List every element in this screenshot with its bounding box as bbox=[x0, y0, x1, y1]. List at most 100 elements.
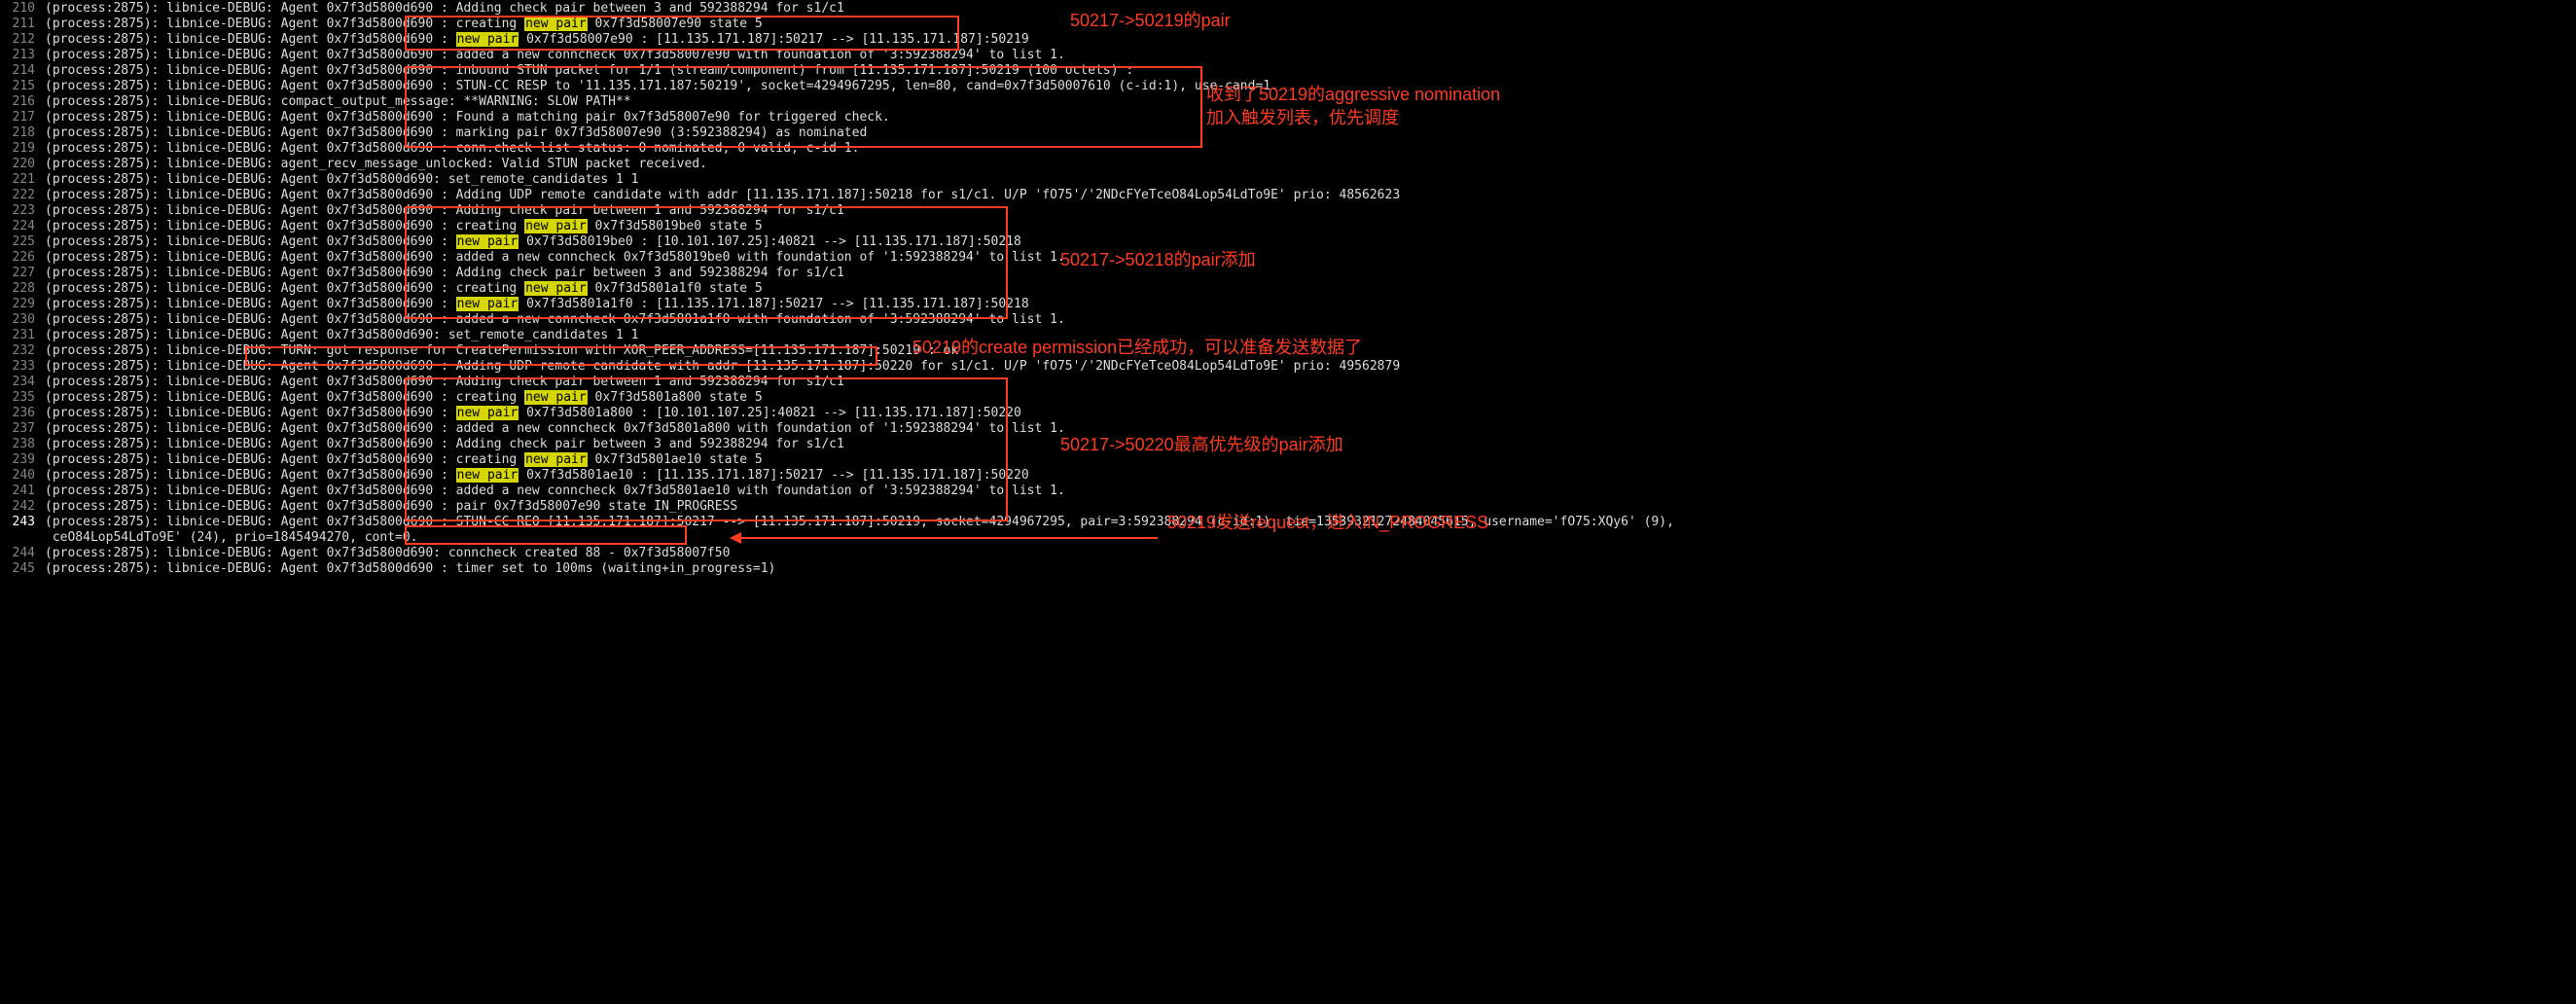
log-line[interactable]: 221(process:2875): libnice-DEBUG: Agent … bbox=[0, 171, 2576, 187]
line-number: 215 bbox=[0, 79, 45, 93]
line-number: 223 bbox=[0, 203, 45, 218]
log-line[interactable]: 233(process:2875): libnice-DEBUG: Agent … bbox=[0, 358, 2576, 374]
log-line[interactable]: 234(process:2875): libnice-DEBUG: Agent … bbox=[0, 374, 2576, 389]
log-text: ceO84Lop54LdTo9E' (24), prio=1845494270,… bbox=[45, 530, 418, 545]
log-text: (process:2875): libnice-DEBUG: agent_rec… bbox=[45, 157, 707, 171]
line-number: 227 bbox=[0, 266, 45, 280]
log-line[interactable]: 244(process:2875): libnice-DEBUG: Agent … bbox=[0, 545, 2576, 560]
log-text: (process:2875): libnice-DEBUG: Agent 0x7… bbox=[45, 250, 1065, 265]
line-number: 228 bbox=[0, 281, 45, 296]
line-number: 243 bbox=[0, 515, 45, 529]
log-line[interactable]: 235(process:2875): libnice-DEBUG: Agent … bbox=[0, 389, 2576, 405]
line-number: 212 bbox=[0, 32, 45, 47]
line-number: 236 bbox=[0, 406, 45, 420]
line-number: 226 bbox=[0, 250, 45, 265]
log-line[interactable]: 239(process:2875): libnice-DEBUG: Agent … bbox=[0, 451, 2576, 467]
log-line[interactable]: 237(process:2875): libnice-DEBUG: Agent … bbox=[0, 420, 2576, 436]
log-line[interactable]: 220(process:2875): libnice-DEBUG: agent_… bbox=[0, 156, 2576, 171]
log-line[interactable]: 211(process:2875): libnice-DEBUG: Agent … bbox=[0, 16, 2576, 31]
log-line[interactable]: 229(process:2875): libnice-DEBUG: Agent … bbox=[0, 296, 2576, 311]
line-number: 234 bbox=[0, 375, 45, 389]
log-line[interactable]: 215(process:2875): libnice-DEBUG: Agent … bbox=[0, 78, 2576, 93]
log-line[interactable]: 223(process:2875): libnice-DEBUG: Agent … bbox=[0, 202, 2576, 218]
log-line[interactable]: 228(process:2875): libnice-DEBUG: Agent … bbox=[0, 280, 2576, 296]
log-line[interactable]: 213(process:2875): libnice-DEBUG: Agent … bbox=[0, 47, 2576, 62]
log-line[interactable]: 230(process:2875): libnice-DEBUG: Agent … bbox=[0, 311, 2576, 327]
log-line[interactable]: 219(process:2875): libnice-DEBUG: Agent … bbox=[0, 140, 2576, 156]
log-line[interactable]: 210(process:2875): libnice-DEBUG: Agent … bbox=[0, 0, 2576, 16]
log-line[interactable]: 218(process:2875): libnice-DEBUG: Agent … bbox=[0, 125, 2576, 140]
line-number: 230 bbox=[0, 312, 45, 327]
log-text: (process:2875): libnice-DEBUG: Agent 0x7… bbox=[45, 328, 638, 342]
log-text: (process:2875): libnice-DEBUG: Agent 0x7… bbox=[45, 110, 890, 125]
line-number: 241 bbox=[0, 484, 45, 498]
line-number: 216 bbox=[0, 94, 45, 109]
log-text: (process:2875): libnice-DEBUG: Agent 0x7… bbox=[45, 375, 844, 389]
log-text: (process:2875): libnice-DEBUG: Agent 0x7… bbox=[45, 546, 730, 560]
log-text: (process:2875): libnice-DEBUG: Agent 0x7… bbox=[45, 141, 859, 156]
log-line[interactable]: 226(process:2875): libnice-DEBUG: Agent … bbox=[0, 249, 2576, 265]
log-line[interactable]: 217(process:2875): libnice-DEBUG: Agent … bbox=[0, 109, 2576, 125]
line-number: 217 bbox=[0, 110, 45, 125]
line-number: 224 bbox=[0, 219, 45, 233]
log-line[interactable]: 245(process:2875): libnice-DEBUG: Agent … bbox=[0, 560, 2576, 576]
log-text: (process:2875): libnice-DEBUG: Agent 0x7… bbox=[45, 452, 763, 467]
line-number: 233 bbox=[0, 359, 45, 374]
log-line[interactable]: 212(process:2875): libnice-DEBUG: Agent … bbox=[0, 31, 2576, 47]
log-text: (process:2875): libnice-DEBUG: Agent 0x7… bbox=[45, 359, 1400, 374]
log-text: (process:2875): libnice-DEBUG: Agent 0x7… bbox=[45, 1, 844, 16]
log-text: (process:2875): libnice-DEBUG: Agent 0x7… bbox=[45, 17, 763, 31]
log-text: (process:2875): libnice-DEBUG: Agent 0x7… bbox=[45, 32, 1029, 47]
line-number: 211 bbox=[0, 17, 45, 31]
log-text: (process:2875): libnice-DEBUG: Agent 0x7… bbox=[45, 234, 1021, 249]
log-line[interactable]: 241(process:2875): libnice-DEBUG: Agent … bbox=[0, 483, 2576, 498]
log-line[interactable]: 240(process:2875): libnice-DEBUG: Agent … bbox=[0, 467, 2576, 483]
log-text: (process:2875): libnice-DEBUG: Agent 0x7… bbox=[45, 48, 1065, 62]
log-text: (process:2875): libnice-DEBUG: Agent 0x7… bbox=[45, 390, 763, 405]
line-number: 220 bbox=[0, 157, 45, 171]
log-text: (process:2875): libnice-DEBUG: Agent 0x7… bbox=[45, 312, 1065, 327]
log-line[interactable]: 216(process:2875): libnice-DEBUG: compac… bbox=[0, 93, 2576, 109]
log-line[interactable]: ceO84Lop54LdTo9E' (24), prio=1845494270,… bbox=[0, 529, 2576, 545]
log-line[interactable]: 214(process:2875): libnice-DEBUG: Agent … bbox=[0, 62, 2576, 78]
log-text: (process:2875): libnice-DEBUG: Agent 0x7… bbox=[45, 63, 1133, 78]
log-line[interactable]: 231(process:2875): libnice-DEBUG: Agent … bbox=[0, 327, 2576, 342]
line-number: 240 bbox=[0, 468, 45, 483]
log-line[interactable]: 238(process:2875): libnice-DEBUG: Agent … bbox=[0, 436, 2576, 451]
log-line[interactable]: 242(process:2875): libnice-DEBUG: Agent … bbox=[0, 498, 2576, 514]
log-text: (process:2875): libnice-DEBUG: Agent 0x7… bbox=[45, 297, 1029, 311]
line-number: 210 bbox=[0, 1, 45, 16]
line-number: 214 bbox=[0, 63, 45, 78]
line-number: 245 bbox=[0, 561, 45, 576]
line-number: 231 bbox=[0, 328, 45, 342]
log-text: (process:2875): libnice-DEBUG: compact_o… bbox=[45, 94, 631, 109]
line-number: 242 bbox=[0, 499, 45, 514]
line-number: 221 bbox=[0, 172, 45, 187]
line-number: 244 bbox=[0, 546, 45, 560]
line-number: 222 bbox=[0, 188, 45, 202]
log-line[interactable]: 225(process:2875): libnice-DEBUG: Agent … bbox=[0, 233, 2576, 249]
log-text: (process:2875): libnice-DEBUG: Agent 0x7… bbox=[45, 172, 638, 187]
line-number: 235 bbox=[0, 390, 45, 405]
log-text: (process:2875): libnice-DEBUG: Agent 0x7… bbox=[45, 421, 1065, 436]
log-line[interactable]: 243(process:2875): libnice-DEBUG: Agent … bbox=[0, 514, 2576, 529]
line-number: 218 bbox=[0, 126, 45, 140]
log-line[interactable]: 224(process:2875): libnice-DEBUG: Agent … bbox=[0, 218, 2576, 233]
line-number: 237 bbox=[0, 421, 45, 436]
log-text: (process:2875): libnice-DEBUG: Agent 0x7… bbox=[45, 484, 1065, 498]
line-number: 219 bbox=[0, 141, 45, 156]
line-number: 229 bbox=[0, 297, 45, 311]
log-editor[interactable]: 210(process:2875): libnice-DEBUG: Agent … bbox=[0, 0, 2576, 576]
log-line[interactable]: 232(process:2875): libnice-DEBUG: TURN: … bbox=[0, 342, 2576, 358]
log-text: (process:2875): libnice-DEBUG: Agent 0x7… bbox=[45, 126, 867, 140]
log-line[interactable]: 236(process:2875): libnice-DEBUG: Agent … bbox=[0, 405, 2576, 420]
log-text: (process:2875): libnice-DEBUG: Agent 0x7… bbox=[45, 437, 844, 451]
line-number: 238 bbox=[0, 437, 45, 451]
log-line[interactable]: 222(process:2875): libnice-DEBUG: Agent … bbox=[0, 187, 2576, 202]
line-number: 213 bbox=[0, 48, 45, 62]
log-line[interactable]: 227(process:2875): libnice-DEBUG: Agent … bbox=[0, 265, 2576, 280]
log-text: (process:2875): libnice-DEBUG: Agent 0x7… bbox=[45, 468, 1029, 483]
log-text: (process:2875): libnice-DEBUG: Agent 0x7… bbox=[45, 561, 775, 576]
log-text: (process:2875): libnice-DEBUG: Agent 0x7… bbox=[45, 406, 1021, 420]
log-text: (process:2875): libnice-DEBUG: Agent 0x7… bbox=[45, 281, 763, 296]
